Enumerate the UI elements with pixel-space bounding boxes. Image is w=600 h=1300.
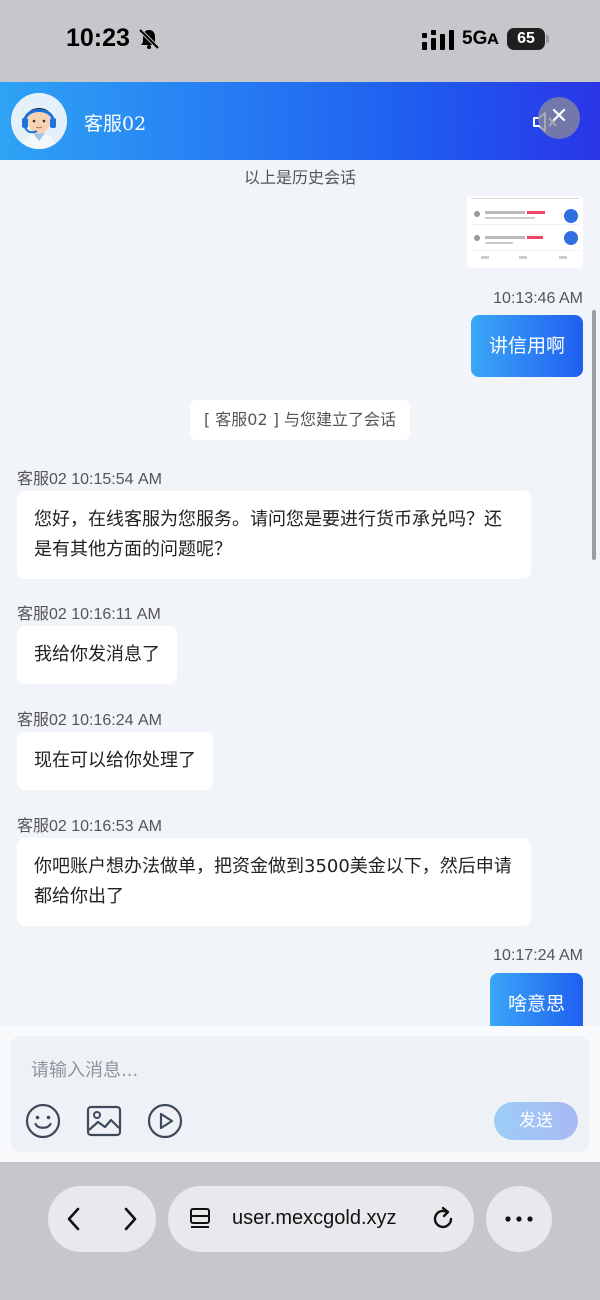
- chat-scrollbar[interactable]: [592, 310, 596, 560]
- message-timestamp: 客服02 10:16:53 AM: [17, 818, 162, 835]
- status-bar: 10:23 5Gᴀ 65: [0, 0, 600, 82]
- outgoing-message-bubble[interactable]: 讲信用啊: [470, 315, 583, 377]
- send-button[interactable]: 发送: [494, 1102, 578, 1140]
- image-thumbnail-content: [467, 196, 583, 268]
- more-options-button[interactable]: [486, 1186, 552, 1252]
- back-arrow-icon[interactable]: [64, 1206, 84, 1232]
- url-text: user.mexcgold.xyz: [232, 1207, 397, 1229]
- message-timestamp: 10:13:46 AM: [493, 290, 583, 307]
- status-time: 10:23: [66, 24, 130, 52]
- battery-cap: [546, 35, 549, 43]
- system-session-notice: [ 客服02 ] 与您建立了会话: [190, 400, 410, 440]
- close-overlay-button[interactable]: ✕: [538, 97, 580, 139]
- page-menu-icon[interactable]: [188, 1207, 212, 1231]
- message-timestamp: 客服02 10:16:11 AM: [17, 606, 161, 623]
- more-dots-icon: [505, 1216, 533, 1222]
- image-message-thumbnail[interactable]: [467, 196, 583, 268]
- video-play-icon[interactable]: [146, 1102, 184, 1140]
- agent-avatar: [11, 93, 67, 149]
- agent-avatar-icon: [11, 93, 67, 149]
- battery-indicator: 65: [507, 28, 545, 50]
- message-timestamp: 10:17:24 AM: [493, 947, 583, 964]
- bell-muted-icon: [138, 28, 160, 50]
- message-timestamp: 客服02 10:16:24 AM: [17, 712, 162, 729]
- chat-message-list[interactable]: 以上是历史会话 10:13:46 AM 讲信用啊 [ 客服02 ] 与您建立了会…: [0, 160, 600, 1026]
- message-composer: 发送: [11, 1036, 589, 1152]
- history-note: 以上是历史会话: [243, 168, 356, 187]
- outgoing-message-bubble[interactable]: 啥意思: [489, 973, 583, 1026]
- incoming-message-bubble[interactable]: 你吧账户想办法做单，把资金做到3500美金以下，然后申请都给你出了: [17, 838, 531, 926]
- browser-toolbar: user.mexcgold.xyz: [0, 1162, 600, 1300]
- emoji-icon[interactable]: [24, 1102, 62, 1140]
- incoming-message-bubble[interactable]: 您好，在线客服为您服务。请问您是要进行货币承兑吗？还是有其他方面的问题呢？: [17, 491, 531, 579]
- message-timestamp: 客服02 10:15:54 AM: [17, 471, 162, 488]
- signal-icon: [422, 30, 454, 50]
- agent-name: 客服02: [84, 113, 147, 135]
- chat-header: 客服02: [0, 82, 600, 160]
- image-upload-icon[interactable]: [85, 1102, 123, 1140]
- browser-nav-group: [48, 1186, 156, 1252]
- reload-icon[interactable]: [430, 1206, 456, 1232]
- forward-arrow-icon[interactable]: [120, 1206, 140, 1232]
- incoming-message-bubble[interactable]: 现在可以给你处理了: [17, 732, 213, 790]
- network-label: 5Gᴀ: [462, 28, 499, 49]
- address-bar[interactable]: user.mexcgold.xyz: [168, 1186, 474, 1252]
- message-input[interactable]: [31, 1060, 551, 1081]
- incoming-message-bubble[interactable]: 我给你发消息了: [17, 626, 177, 684]
